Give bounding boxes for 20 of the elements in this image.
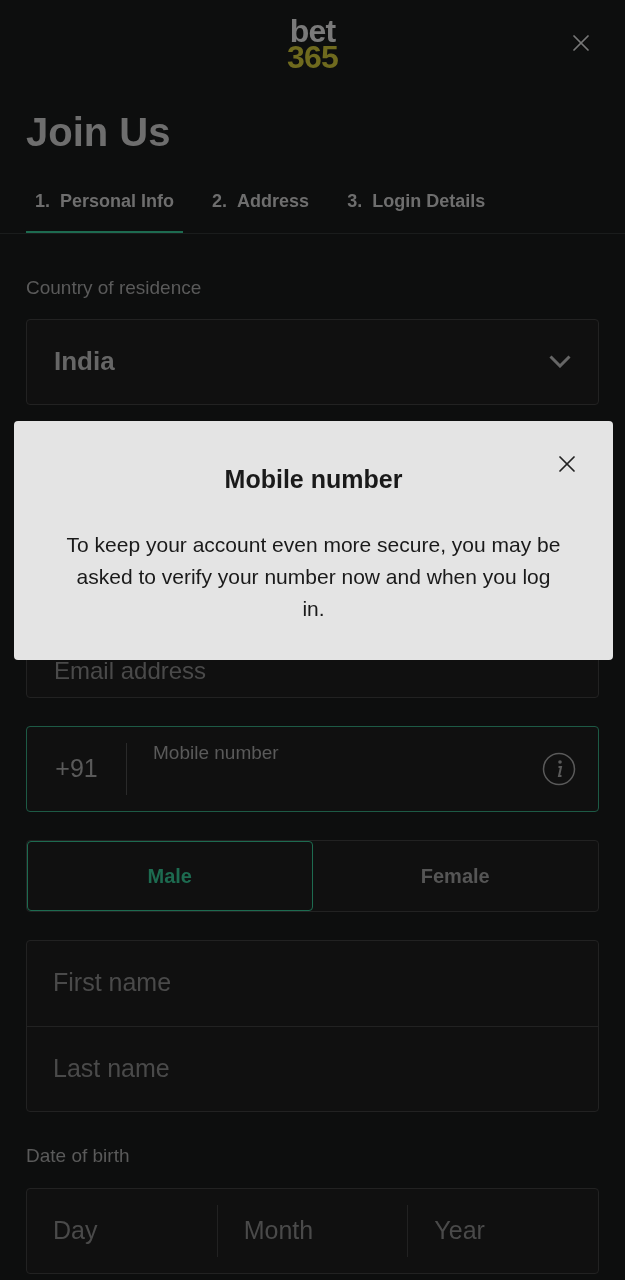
- gender-option[interactable]: Female: [312, 840, 598, 911]
- field-label: Country of residence: [26, 276, 203, 300]
- name-field[interactable]: First name: [27, 940, 598, 1026]
- logo: bet 365: [287, 18, 338, 70]
- page-title: Join Us: [25, 109, 172, 156]
- info-icon[interactable]: [542, 751, 576, 786]
- step-tab[interactable]: 3. Login Details: [338, 188, 495, 233]
- mobile-field[interactable]: +91 Mobile number: [26, 725, 599, 812]
- name-field[interactable]: Last name: [27, 1025, 598, 1111]
- chevron-down-icon: [549, 355, 571, 368]
- field-label: Date of birth: [26, 1143, 131, 1168]
- step-tab[interactable]: 2. Address: [203, 188, 319, 233]
- date-field[interactable]: Day: [27, 1205, 217, 1257]
- date-field[interactable]: Year: [407, 1205, 598, 1257]
- step-tab[interactable]: 1. Personal Info: [26, 188, 184, 233]
- dialog-title: Mobile number: [224, 464, 403, 495]
- date-field[interactable]: Month: [216, 1205, 408, 1257]
- dialog-message: To keep your account even more secure, you may be asked to verify your number now and when you log in.: [66, 531, 561, 622]
- country-select[interactable]: India: [26, 318, 599, 405]
- gender-option[interactable]: Male: [27, 840, 313, 911]
